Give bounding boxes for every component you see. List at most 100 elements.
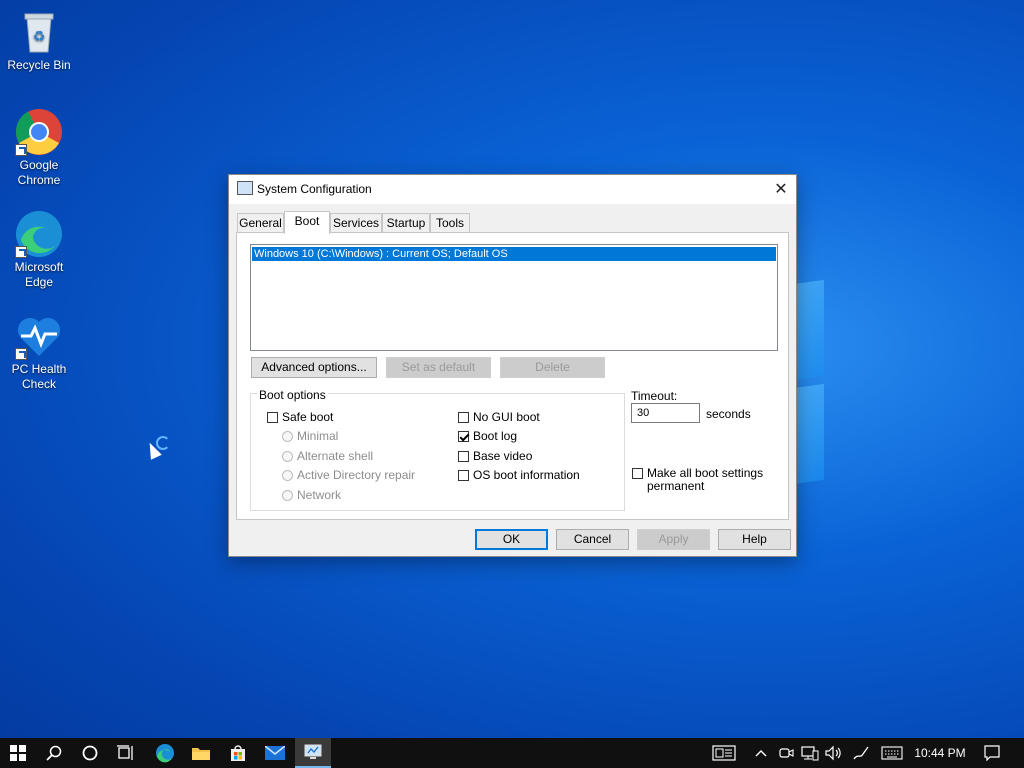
shortcut-arrow-icon	[15, 348, 27, 360]
edge-icon	[156, 744, 174, 763]
msconfig-icon	[237, 181, 253, 195]
base-video-label: Base video	[473, 449, 533, 463]
os-list-item[interactable]: Windows 10 (C:\Windows) : Current OS; De…	[252, 247, 776, 261]
tray-pen[interactable]	[850, 738, 872, 768]
taskbar-mail[interactable]	[257, 738, 293, 768]
tab-startup[interactable]: Startup	[382, 213, 430, 232]
search-icon	[46, 745, 62, 761]
boot-options-label: Boot options	[257, 388, 328, 402]
radio-dot[interactable]	[282, 489, 293, 501]
windows-start-icon	[10, 745, 26, 761]
no-gui-boot-label: No GUI boot	[473, 410, 540, 424]
close-button[interactable]: ✕	[766, 175, 796, 204]
checkbox-box[interactable]	[458, 450, 469, 462]
desktop-icon-label: Recycle Bin	[7, 58, 71, 72]
radio-dot[interactable]	[282, 450, 293, 462]
taskbar-system-configuration[interactable]	[295, 738, 331, 768]
radio-dot[interactable]	[282, 469, 293, 481]
desktop-icon-label: Google Chrome	[17, 158, 61, 187]
tab-general[interactable]: General	[237, 213, 284, 232]
radio-dot[interactable]	[282, 430, 293, 442]
radio-label: Alternate shell	[297, 449, 374, 463]
pen-workspace-icon	[853, 746, 869, 760]
delete-button[interactable]: Delete	[500, 357, 605, 378]
radio-active-directory-repair[interactable]: Active Directory repair	[282, 468, 415, 482]
dialog-titlebar[interactable]: System Configuration ✕	[229, 175, 796, 204]
recycle-bin-icon: ♻	[15, 8, 63, 56]
tab-boot[interactable]: Boot	[284, 211, 330, 234]
shortcut-arrow-icon	[15, 246, 27, 258]
tab-tools[interactable]: Tools	[430, 213, 470, 232]
taskbar-clock[interactable]: 10:44 PM	[906, 738, 974, 768]
cancel-button[interactable]: Cancel	[556, 529, 629, 550]
no-gui-boot-checkbox[interactable]: No GUI boot	[458, 410, 540, 424]
boot-tab-panel: Windows 10 (C:\Windows) : Current OS; De…	[236, 232, 789, 520]
task-view-icon	[117, 745, 133, 760]
task-view-button[interactable]	[108, 738, 144, 768]
file-explorer-icon	[192, 748, 210, 760]
checkbox-box[interactable]	[267, 411, 278, 423]
checkbox-box-checked[interactable]	[458, 430, 469, 442]
start-button[interactable]	[0, 738, 36, 768]
radio-label: Minimal	[297, 429, 339, 443]
dialog-title: System Configuration	[257, 182, 372, 196]
radio-label: Network	[297, 488, 342, 502]
timeout-input[interactable]: 30	[631, 403, 700, 423]
make-permanent-label-line2: permanent	[647, 479, 705, 493]
os-boot-information-label: OS boot information	[473, 468, 580, 482]
desktop-icon-pc-health-check[interactable]: PC Health Check	[1, 312, 77, 392]
network-icon	[801, 746, 819, 761]
safe-boot-label: Safe boot	[282, 410, 334, 424]
taskbar-file-explorer[interactable]	[183, 738, 219, 768]
tray-touch-keyboard[interactable]	[879, 738, 905, 768]
make-permanent-label-line1: Make all boot settings	[647, 466, 764, 480]
checkbox-box[interactable]	[458, 469, 469, 481]
desktop-icon-recycle-bin[interactable]: ♻ Recycle Bin	[1, 8, 77, 73]
set-as-default-button[interactable]: Set as default	[386, 357, 491, 378]
svg-text:♻: ♻	[33, 29, 46, 45]
tray-show-hidden-button[interactable]	[752, 738, 770, 768]
tray-action-center[interactable]	[980, 738, 1004, 768]
help-button[interactable]: Help	[718, 529, 791, 550]
chrome-icon	[15, 108, 63, 156]
desktop-icon-microsoft-edge[interactable]: Microsoft Edge	[1, 210, 77, 290]
edge-icon	[15, 210, 63, 258]
radio-alternate-shell[interactable]: Alternate shell	[282, 449, 373, 463]
radio-minimal[interactable]: Minimal	[282, 429, 338, 443]
timeout-unit: seconds	[706, 407, 751, 421]
taskbar-store[interactable]	[220, 738, 256, 768]
desktop-icon-label: Microsoft Edge	[14, 260, 64, 289]
shortcut-arrow-icon	[15, 144, 27, 156]
tab-services[interactable]: Services	[330, 213, 382, 232]
boot-log-checkbox[interactable]: Boot log	[458, 429, 517, 443]
safe-boot-checkbox[interactable]: Safe boot	[267, 410, 333, 424]
radio-network[interactable]: Network	[282, 488, 341, 502]
advanced-options-button[interactable]: Advanced options...	[251, 357, 377, 378]
tray-meet-now[interactable]	[776, 738, 796, 768]
tray-network[interactable]	[799, 738, 821, 768]
busy-spinner-icon	[156, 436, 170, 450]
checkbox-box[interactable]	[632, 468, 643, 479]
make-permanent-checkbox[interactable]: Make all boot settings permanent	[632, 467, 763, 493]
store-icon	[231, 745, 245, 761]
apply-button[interactable]: Apply	[637, 529, 710, 550]
boot-log-label: Boot log	[473, 429, 518, 443]
radio-label: Active Directory repair	[297, 468, 416, 482]
ok-button[interactable]: OK	[475, 529, 548, 550]
chevron-up-icon	[755, 750, 767, 757]
cortana-button[interactable]	[72, 738, 108, 768]
os-list[interactable]: Windows 10 (C:\Windows) : Current OS; De…	[250, 244, 778, 351]
os-boot-information-checkbox[interactable]: OS boot information	[458, 468, 580, 482]
tray-news-button[interactable]	[706, 738, 742, 768]
desktop-icon-google-chrome[interactable]: Google Chrome	[1, 108, 77, 188]
keyboard-icon	[881, 746, 903, 760]
tray-volume[interactable]	[823, 738, 845, 768]
taskbar-edge[interactable]	[147, 738, 183, 768]
checkbox-box[interactable]	[458, 411, 469, 423]
make-permanent-label: Make all boot settings permanent	[647, 467, 763, 493]
mail-icon	[265, 746, 285, 760]
desktop-icon-label: PC Health Check	[11, 362, 67, 391]
cortana-circle-icon	[82, 745, 98, 761]
base-video-checkbox[interactable]: Base video	[458, 449, 532, 463]
search-button[interactable]	[36, 738, 72, 768]
